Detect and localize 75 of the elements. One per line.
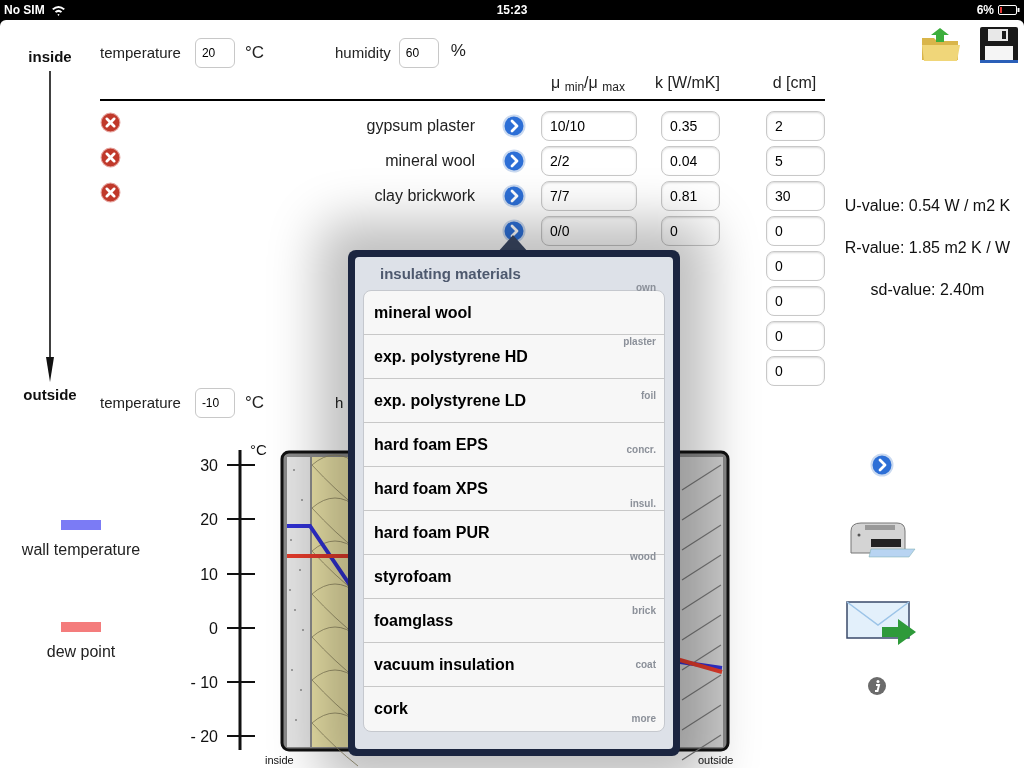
d-field[interactable]: 0 [766,250,825,281]
battery-icon [998,5,1020,15]
temperature-label: temperature [100,392,181,413]
material-option[interactable]: exp. polystyrene HD [368,340,534,373]
column-header: d [cm] [771,73,818,93]
d-field[interactable]: 2 [766,110,825,141]
axis-tick-label: 10 [200,566,218,583]
humidity-field[interactable]: 60 [398,38,439,68]
inside-label: inside [265,754,294,766]
temperature-field[interactable]: 20 [194,38,235,68]
chevron-button[interactable] [502,183,526,208]
axis-tick-label: 30 [200,457,218,474]
printer-icon[interactable] [847,519,917,561]
k-field[interactable]: 0.04 [661,145,720,176]
unit-label: % [450,40,466,63]
temperature-field[interactable]: -10 [194,388,235,418]
outside-label: outside [23,384,77,405]
material-option[interactable]: exp. polystyrene LD [368,384,533,417]
d-field[interactable]: 0 [766,285,825,316]
humidity-label: humidity [334,42,391,63]
result-text: U-value: 0.54 W / m2 K [844,196,1011,216]
save-icon[interactable] [980,27,1018,63]
axis-tick-label: 20 [200,511,218,528]
outside-label: outside [698,754,734,766]
unit-label: °C [244,42,264,65]
legend-label: wall temperature [21,540,141,560]
temperature-label: temperature [100,42,181,63]
wifi-icon [50,4,66,16]
legend-label: dew point [46,642,116,662]
chevron-button[interactable] [502,113,526,138]
column-header: μ $_{min}$/μ $_{max}$ [550,73,626,95]
popover-title: insulating materials [380,264,521,284]
material-option[interactable]: styrofoam [368,560,458,593]
inside-label: inside [28,47,72,67]
d-field[interactable]: 0 [766,320,825,351]
battery-label: 6% [976,2,994,19]
mu-field[interactable]: 7/7 [541,180,637,211]
humidity-label: h [334,392,344,413]
k-field[interactable]: 0 [661,215,720,246]
axis-tick-label: - 20 [190,728,218,745]
layer-name: clay brickwork [374,185,475,206]
delete-button[interactable] [100,147,121,168]
d-field[interactable]: 0 [766,355,825,386]
result-text: sd-value: 2.40m [870,280,985,300]
info-icon[interactable] [868,677,886,695]
material-option[interactable]: vacuum insulation [368,648,521,681]
material-option[interactable]: mineral wool [368,296,478,329]
column-header: k [W/mK] [654,73,721,93]
layer-name: gypsum plaster [366,115,475,136]
mu-field[interactable]: 0/0 [541,215,637,246]
k-field[interactable]: 0.35 [661,110,720,141]
d-field[interactable]: 5 [766,145,825,176]
chevron-button[interactable] [502,148,526,173]
mu-field[interactable]: 2/2 [541,145,637,176]
material-option[interactable]: hard foam XPS [368,472,494,505]
clock-label: 15:23 [496,2,528,19]
d-field[interactable]: 0 [766,215,825,246]
chevron-button[interactable] [870,453,894,477]
result-text: R-value: 1.85 m2 K / W [844,238,1011,258]
axis-tick-label: 0 [209,620,218,637]
delete-button[interactable] [100,182,121,203]
axis-unit-label: °C [250,441,267,458]
carrier-label: No SIM [4,2,45,19]
material-option[interactable]: foamglass [368,604,460,637]
d-field[interactable]: 30 [766,180,825,211]
mu-field[interactable]: 10/10 [541,110,637,141]
k-field[interactable]: 0.81 [661,180,720,211]
unit-label: °C [244,392,264,415]
folder-upload-icon[interactable] [920,28,962,62]
axis-tick-label: - 10 [190,674,218,691]
layer-name: mineral wool [385,150,475,171]
material-option[interactable]: cork [368,693,414,725]
material-option[interactable]: hard foam PUR [368,516,496,549]
delete-button[interactable] [100,112,121,133]
material-option[interactable]: hard foam EPS [368,428,494,461]
